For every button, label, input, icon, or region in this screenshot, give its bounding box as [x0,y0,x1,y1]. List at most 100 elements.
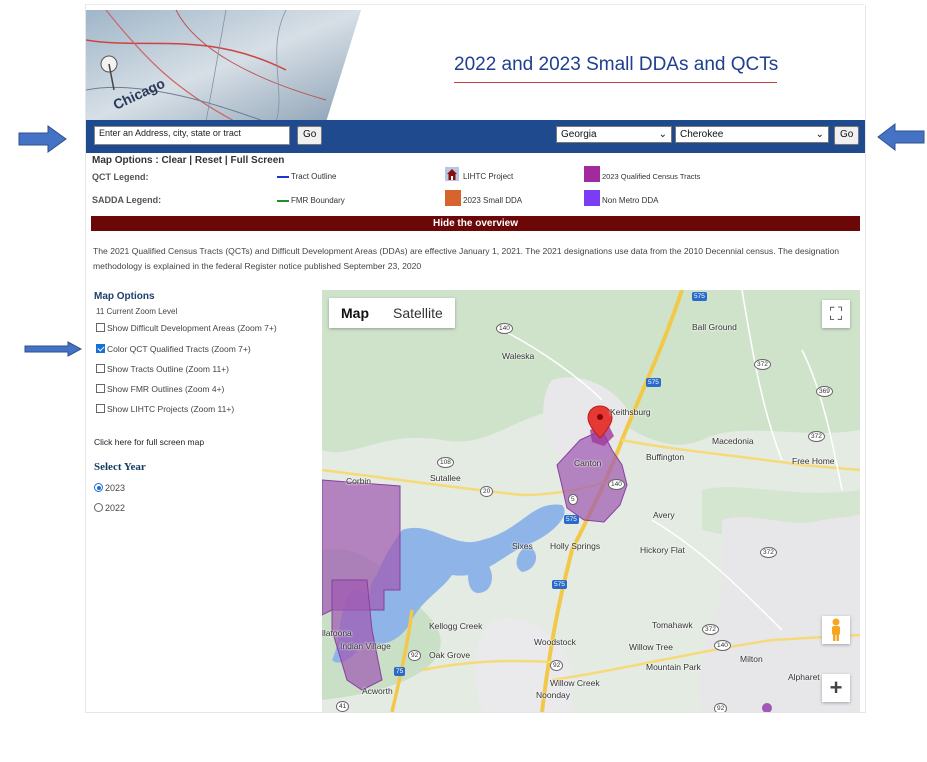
tracts-outline-checkbox-row[interactable]: Show Tracts Outline (Zoom 11+) [96,364,229,374]
route-shield-icon: 369 [816,386,833,397]
non-metro-dda-swatch [584,190,600,206]
year-2022-radio[interactable] [94,503,103,513]
place-label: Acworth [362,686,393,696]
year-2023-label: 2023 [105,483,126,493]
page-container: Chicago 2022 and 2023 Small DDAs and QCT… [85,5,866,713]
year-2023-radio[interactable] [94,483,103,493]
overview-description: The 2021 Qualified Census Tracts (QCTs) … [93,246,840,271]
ddas-checkbox-row[interactable]: Show Difficult Development Areas (Zoom 7… [96,323,277,333]
place-label: Alpharet [788,672,820,682]
qct-color-checkbox-label: Color QCT Qualified Tracts (Zoom 7+) [107,344,251,354]
county-select-value: Cherokee [680,129,724,140]
tracts-outline-checkbox[interactable] [96,364,105,374]
ddas-checkbox[interactable] [96,323,105,333]
legend-small-dda-label: 2023 Small DDA [463,196,523,205]
street-view-pegman-icon[interactable] [822,616,850,644]
page-title: 2022 and 2023 Small DDAs and QCTs [454,54,779,75]
interstate-shield-icon: 575 [646,378,661,387]
place-label: Sixes [512,541,533,551]
place-label: Waleska [502,351,535,361]
full-screen-map-link[interactable]: Click here for full screen map [94,437,204,447]
place-label: Canton [574,458,602,468]
place-label: llatoona [322,628,352,638]
current-zoom-level: 11 Current Zoom Level [96,307,178,316]
year-2022-radio-row[interactable]: 2022 [94,503,125,513]
map-options-bar: Map Options : Clear | Reset | Full Scree… [92,155,284,166]
qct-color-checkbox-row[interactable]: Color QCT Qualified Tracts (Zoom 7+) [96,344,251,354]
address-search-input[interactable]: Enter an Address, city, state or tract [94,126,290,145]
interstate-shield-icon: 575 [552,580,567,589]
map-type-satellite-button[interactable]: Satellite [381,298,455,328]
place-label: Sutallee [430,473,461,483]
map-view[interactable]: Map Satellite ⛶ + Ball Ground Waleska Ke… [322,290,860,712]
state-select-value: Georgia [561,129,597,140]
chevron-down-icon: ⌄ [658,129,667,140]
fmr-outlines-checkbox-row[interactable]: Show FMR Outlines (Zoom 4+) [96,384,224,394]
place-label: Ball Ground [692,322,737,332]
place-label: Woodstock [534,637,576,647]
fullscreen-toggle-icon[interactable]: ⛶ [822,300,850,328]
map-options-label: Map Options : [92,155,159,166]
map-type-map-button[interactable]: Map [329,298,381,328]
tract-outline-line [277,175,289,178]
route-shield-icon: 5 [568,494,578,505]
legend-tract-outline: Tract Outline [277,172,337,181]
place-label: Mountain Park [646,662,701,672]
clear-link[interactable]: Clear [161,155,186,166]
lihtc-projects-checkbox-row[interactable]: Show LIHTC Projects (Zoom 11+) [96,404,234,414]
route-shield-icon: 140 [714,640,731,651]
map-options-title: Map Options [94,291,155,302]
route-shield-icon: 372 [760,547,777,558]
route-shield-icon: 372 [808,431,825,442]
qct-color-checkbox[interactable] [96,344,105,354]
interstate-shield-icon: 575 [564,515,579,524]
interstate-shield-icon: 75 [394,667,406,676]
lihtc-projects-checkbox[interactable] [96,404,105,414]
route-shield-icon: 108 [437,457,454,468]
place-label: Free Home [792,456,835,466]
legend-lihtc-label: LIHTC Project [463,172,514,181]
reset-link[interactable]: Reset [195,155,222,166]
map-canvas [322,290,860,712]
qct-legend-label: QCT Legend: [92,172,149,182]
place-label: Willow Creek [550,678,600,688]
ddas-checkbox-label: Show Difficult Development Areas (Zoom 7… [107,323,277,333]
place-label: Kellogg Creek [429,621,483,631]
place-label: Macedonia [712,436,754,446]
route-shield-icon: 92 [714,703,728,712]
tracts-outline-checkbox-label: Show Tracts Outline (Zoom 11+) [107,364,229,374]
hide-overview-button[interactable]: Hide the overview [91,216,860,231]
fmr-outlines-checkbox[interactable] [96,384,105,394]
state-select[interactable]: Georgia ⌄ [556,126,672,143]
place-label: Tomahawk [652,620,693,630]
arrow-right-icon [18,125,67,153]
arrow-right-icon [24,341,82,357]
title-underline [454,82,777,83]
county-select[interactable]: Cherokee ⌄ [675,126,829,143]
separator: | [224,155,228,166]
legend-fmr-boundary-label: FMR Boundary [291,196,345,205]
year-2023-radio-row[interactable]: 2023 [94,483,125,493]
map-type-toggle: Map Satellite [329,298,455,328]
address-go-button[interactable]: Go [297,126,323,145]
place-label: Corbin [346,476,372,486]
map-banner-image: Chicago [86,10,361,122]
county-go-button[interactable]: Go [834,126,860,145]
house-icon [445,167,459,181]
full-screen-link[interactable]: Full Screen [230,155,284,166]
place-label: Avery [653,510,675,520]
place-label: Holly Springs [550,541,601,551]
route-shield-icon: 372 [702,624,719,635]
fmr-boundary-line [277,199,289,202]
legend-fmr-boundary: FMR Boundary [277,196,345,205]
fmr-outlines-checkbox-label: Show FMR Outlines (Zoom 4+) [107,384,225,394]
place-label: Indian Village [340,641,391,651]
legend-tract-outline-label: Tract Outline [291,172,337,181]
zoom-in-button[interactable]: + [822,674,850,702]
small-dda-swatch [445,190,461,206]
select-year-title: Select Year [94,461,146,473]
place-label: Buffington [646,452,685,462]
place-label: Willow Tree [629,642,673,652]
site-header: Chicago 2022 and 2023 Small DDAs and QCT… [86,10,865,122]
route-shield-icon: 140 [496,323,513,334]
